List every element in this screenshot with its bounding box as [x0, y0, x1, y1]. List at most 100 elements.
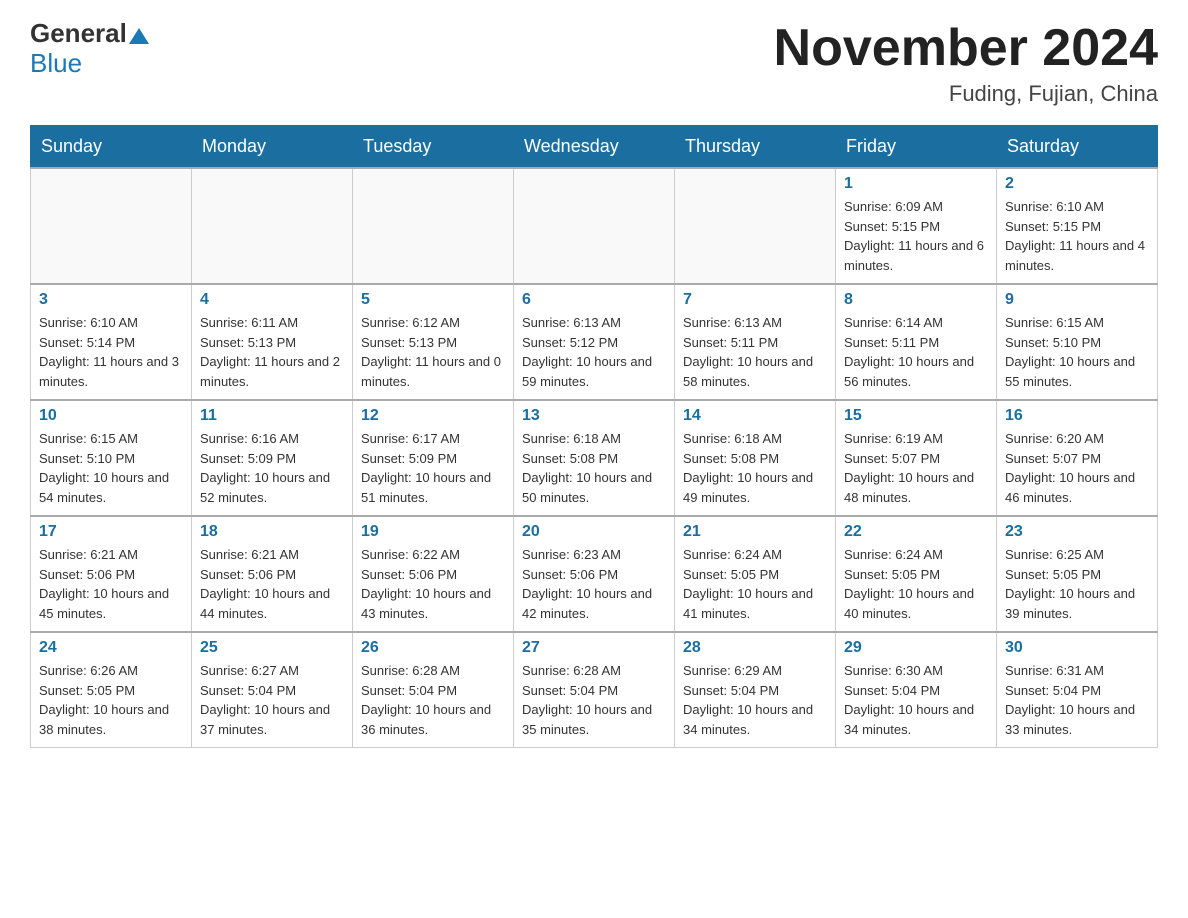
calendar-day-cell: 15Sunrise: 6:19 AMSunset: 5:07 PMDayligh…: [836, 400, 997, 516]
location-title: Fuding, Fujian, China: [774, 81, 1158, 107]
calendar-day-cell: [31, 168, 192, 284]
calendar-day-cell: 14 Sunrise: 6:18 AMSunset: 5:08 PMDayligh…: [675, 400, 836, 516]
day-info: Sunrise: 6:14 AMSunset: 5:11 PMDaylight:…: [844, 313, 988, 391]
day-number: 11: [200, 407, 344, 425]
calendar-day-cell: 2 Sunrise: 6:10 AMSunset: 5:15 PMDaylight…: [997, 168, 1158, 284]
calendar-day-cell: 12 Sunrise: 6:17 AMSunset: 5:09 PMDayligh…: [353, 400, 514, 516]
calendar-day-cell: 1 Sunrise: 6:09 AMSunset: 5:15 PMDaylight…: [836, 168, 997, 284]
day-info: Sunrise: 6:12 AMSunset: 5:13 PMDaylight:…: [361, 313, 505, 391]
calendar-day-cell: 7Sunrise: 6:13 AMSunset: 5:11 PMDaylight…: [675, 284, 836, 400]
calendar-day-cell: 17 Sunrise: 6:21 AMSunset: 5:06 PMDayligh…: [31, 516, 192, 632]
logo-general-text: General: [30, 20, 127, 46]
calendar-day-cell: 30 Sunrise: 6:31 AMSunset: 5:04 PMDayligh…: [997, 632, 1158, 748]
day-number: 27: [522, 639, 666, 657]
day-number: 13: [522, 407, 666, 425]
day-number: 24: [39, 639, 183, 657]
calendar-day-cell: 4 Sunrise: 6:11 AMSunset: 5:13 PMDaylight…: [192, 284, 353, 400]
day-number: 17: [39, 523, 183, 541]
day-info: Sunrise: 6:18 AMSunset: 5:08 PMDaylight:…: [522, 429, 666, 507]
calendar-day-cell: 11 Sunrise: 6:16 AMSunset: 5:09 PMDayligh…: [192, 400, 353, 516]
calendar-day-cell: 22 Sunrise: 6:24 AMSunset: 5:05 PMDayligh…: [836, 516, 997, 632]
day-info: Sunrise: 6:21 AMSunset: 5:06 PMDaylight:…: [39, 545, 183, 623]
logo-triangle-icon: [129, 28, 149, 44]
calendar-week-row-4: 17 Sunrise: 6:21 AMSunset: 5:06 PMDayligh…: [31, 516, 1158, 632]
day-number: 9: [1005, 291, 1149, 309]
calendar-day-header-wednesday: Wednesday: [514, 126, 675, 169]
calendar-table: SundayMondayTuesdayWednesdayThursdayFrid…: [30, 125, 1158, 748]
calendar-day-cell: 21 Sunrise: 6:24 AMSunset: 5:05 PMDayligh…: [675, 516, 836, 632]
day-number: 29: [844, 639, 988, 657]
day-number: 1: [844, 175, 988, 193]
day-info: Sunrise: 6:09 AMSunset: 5:15 PMDaylight:…: [844, 197, 988, 275]
calendar-day-header-thursday: Thursday: [675, 126, 836, 169]
calendar-day-cell: 27 Sunrise: 6:28 AMSunset: 5:04 PMDayligh…: [514, 632, 675, 748]
calendar-day-header-saturday: Saturday: [997, 126, 1158, 169]
calendar-week-row-1: 1 Sunrise: 6:09 AMSunset: 5:15 PMDaylight…: [31, 168, 1158, 284]
day-number: 8: [844, 291, 988, 309]
day-number: 15: [844, 407, 988, 425]
day-info: Sunrise: 6:15 AMSunset: 5:10 PMDaylight:…: [1005, 313, 1149, 391]
day-info: Sunrise: 6:24 AMSunset: 5:05 PMDaylight:…: [683, 545, 827, 623]
calendar-day-cell: 16 Sunrise: 6:20 AMSunset: 5:07 PMDayligh…: [997, 400, 1158, 516]
day-info: Sunrise: 6:28 AMSunset: 5:04 PMDaylight:…: [522, 661, 666, 739]
calendar-week-row-3: 10 Sunrise: 6:15 AMSunset: 5:10 PMDayligh…: [31, 400, 1158, 516]
day-info: Sunrise: 6:30 AMSunset: 5:04 PMDaylight:…: [844, 661, 988, 739]
calendar-day-cell: 18Sunrise: 6:21 AMSunset: 5:06 PMDayligh…: [192, 516, 353, 632]
day-info: Sunrise: 6:31 AMSunset: 5:04 PMDaylight:…: [1005, 661, 1149, 739]
calendar-day-header-tuesday: Tuesday: [353, 126, 514, 169]
day-info: Sunrise: 6:13 AMSunset: 5:12 PMDaylight:…: [522, 313, 666, 391]
calendar-day-cell: 28Sunrise: 6:29 AMSunset: 5:04 PMDayligh…: [675, 632, 836, 748]
day-number: 14: [683, 407, 827, 425]
calendar-day-cell: 19Sunrise: 6:22 AMSunset: 5:06 PMDayligh…: [353, 516, 514, 632]
calendar-day-cell: [514, 168, 675, 284]
day-number: 16: [1005, 407, 1149, 425]
calendar-day-cell: 13 Sunrise: 6:18 AMSunset: 5:08 PMDayligh…: [514, 400, 675, 516]
day-number: 5: [361, 291, 505, 309]
calendar-day-header-friday: Friday: [836, 126, 997, 169]
day-number: 21: [683, 523, 827, 541]
day-number: 20: [522, 523, 666, 541]
calendar-day-cell: 3Sunrise: 6:10 AMSunset: 5:14 PMDaylight…: [31, 284, 192, 400]
day-number: 2: [1005, 175, 1149, 193]
day-info: Sunrise: 6:11 AMSunset: 5:13 PMDaylight:…: [200, 313, 344, 391]
calendar-day-cell: [192, 168, 353, 284]
day-number: 26: [361, 639, 505, 657]
calendar-day-cell: 9 Sunrise: 6:15 AMSunset: 5:10 PMDaylight…: [997, 284, 1158, 400]
calendar-day-cell: 10 Sunrise: 6:15 AMSunset: 5:10 PMDayligh…: [31, 400, 192, 516]
calendar-week-row-2: 3Sunrise: 6:10 AMSunset: 5:14 PMDaylight…: [31, 284, 1158, 400]
calendar-day-cell: 23Sunrise: 6:25 AMSunset: 5:05 PMDayligh…: [997, 516, 1158, 632]
day-info: Sunrise: 6:24 AMSunset: 5:05 PMDaylight:…: [844, 545, 988, 623]
calendar-day-cell: 6 Sunrise: 6:13 AMSunset: 5:12 PMDaylight…: [514, 284, 675, 400]
day-info: Sunrise: 6:20 AMSunset: 5:07 PMDaylight:…: [1005, 429, 1149, 507]
calendar-day-cell: [353, 168, 514, 284]
day-info: Sunrise: 6:15 AMSunset: 5:10 PMDaylight:…: [39, 429, 183, 507]
day-info: Sunrise: 6:18 AMSunset: 5:08 PMDaylight:…: [683, 429, 827, 507]
calendar-day-cell: 24Sunrise: 6:26 AMSunset: 5:05 PMDayligh…: [31, 632, 192, 748]
calendar-day-cell: 25Sunrise: 6:27 AMSunset: 5:04 PMDayligh…: [192, 632, 353, 748]
day-info: Sunrise: 6:21 AMSunset: 5:06 PMDaylight:…: [200, 545, 344, 623]
calendar-day-cell: 8 Sunrise: 6:14 AMSunset: 5:11 PMDaylight…: [836, 284, 997, 400]
day-number: 4: [200, 291, 344, 309]
day-number: 10: [39, 407, 183, 425]
title-area: November 2024 Fuding, Fujian, China: [774, 20, 1158, 107]
day-number: 6: [522, 291, 666, 309]
logo-blue-text: Blue: [30, 48, 82, 79]
calendar-header-row: SundayMondayTuesdayWednesdayThursdayFrid…: [31, 126, 1158, 169]
header: General Blue November 2024 Fuding, Fujia…: [30, 20, 1158, 107]
day-info: Sunrise: 6:16 AMSunset: 5:09 PMDaylight:…: [200, 429, 344, 507]
day-info: Sunrise: 6:13 AMSunset: 5:11 PMDaylight:…: [683, 313, 827, 391]
calendar-week-row-5: 24Sunrise: 6:26 AMSunset: 5:05 PMDayligh…: [31, 632, 1158, 748]
calendar-day-header-sunday: Sunday: [31, 126, 192, 169]
day-info: Sunrise: 6:17 AMSunset: 5:09 PMDaylight:…: [361, 429, 505, 507]
calendar-day-cell: 20 Sunrise: 6:23 AMSunset: 5:06 PMDayligh…: [514, 516, 675, 632]
month-title: November 2024: [774, 20, 1158, 77]
day-info: Sunrise: 6:10 AMSunset: 5:15 PMDaylight:…: [1005, 197, 1149, 275]
day-info: Sunrise: 6:23 AMSunset: 5:06 PMDaylight:…: [522, 545, 666, 623]
day-number: 30: [1005, 639, 1149, 657]
day-number: 3: [39, 291, 183, 309]
day-number: 19: [361, 523, 505, 541]
calendar-day-cell: [675, 168, 836, 284]
day-number: 12: [361, 407, 505, 425]
day-number: 22: [844, 523, 988, 541]
day-number: 25: [200, 639, 344, 657]
